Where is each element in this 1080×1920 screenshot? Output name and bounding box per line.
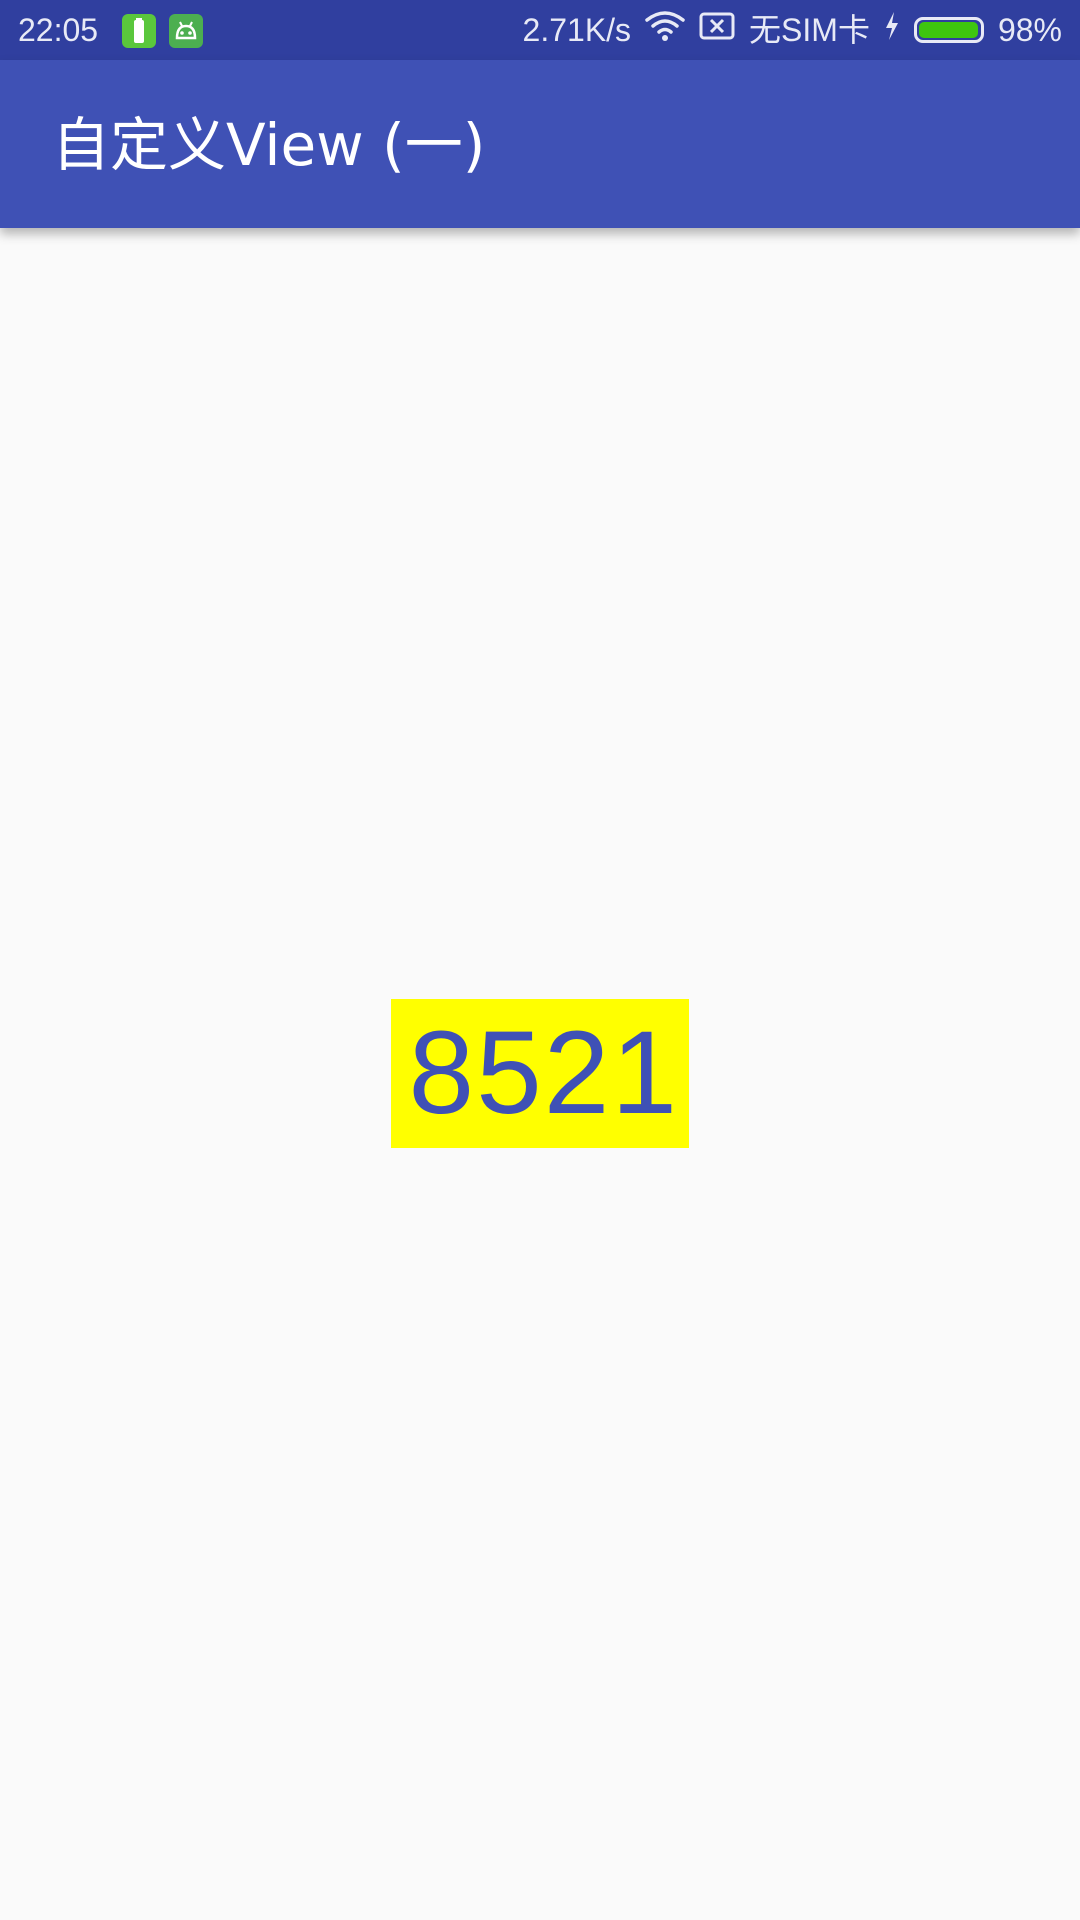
page-title: 自定义View (一)	[52, 111, 486, 179]
status-bar: 22:05 2.71K/s 无SIM卡 98%	[0, 0, 1080, 60]
battery-percent: 98%	[997, 12, 1062, 48]
battery-app-icon	[122, 14, 156, 48]
wifi-icon	[645, 10, 685, 50]
android-app-icon	[169, 14, 203, 48]
charging-icon	[884, 11, 900, 49]
status-time: 22:05	[18, 12, 99, 48]
battery-fill	[918, 22, 978, 38]
app-bar: 自定义View (一)	[0, 60, 1080, 228]
counter-value: 8521	[408, 1007, 679, 1139]
no-sim-icon	[699, 10, 735, 50]
status-right-group: 2.71K/s 无SIM卡 98%	[523, 10, 1062, 50]
battery-icon	[913, 17, 984, 43]
sim-status-text: 无SIM卡	[749, 12, 870, 48]
custom-counter-view[interactable]: 8521	[391, 999, 689, 1148]
network-speed: 2.71K/s	[522, 12, 632, 48]
